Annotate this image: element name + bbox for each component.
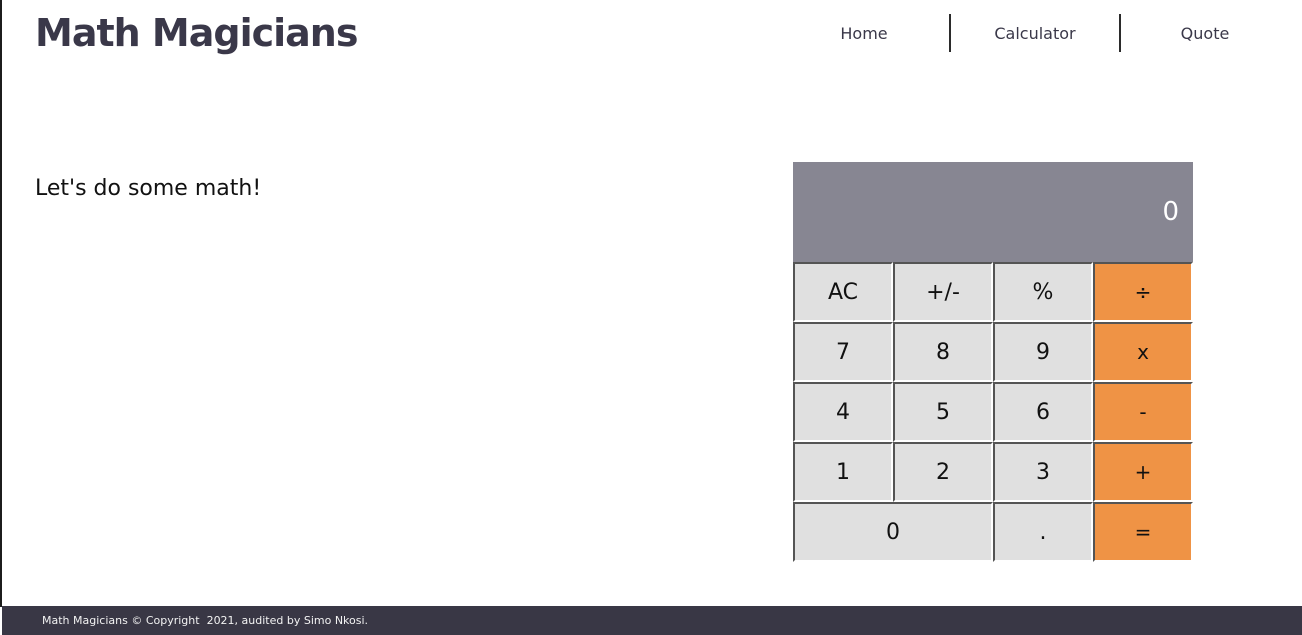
key-divide[interactable]: ÷: [1093, 262, 1193, 322]
key-8[interactable]: 8: [893, 322, 993, 382]
page-left-border: [0, 0, 2, 607]
key-6[interactable]: 6: [993, 382, 1093, 442]
key-subtract[interactable]: -: [1093, 382, 1193, 442]
copyright-text: Math Magicians © Copyright 2021, audited…: [42, 614, 369, 627]
nav-link-quote[interactable]: Quote: [1119, 14, 1289, 52]
key-7[interactable]: 7: [793, 322, 893, 382]
calculator-keypad: AC +/- % ÷ 7 8 9 x 4 5 6 - 1 2 3 + 0 . =: [793, 262, 1193, 562]
key-add[interactable]: +: [1093, 442, 1193, 502]
key-multiply[interactable]: x: [1093, 322, 1193, 382]
main-nav: Home Calculator Quote: [779, 14, 1289, 52]
key-2[interactable]: 2: [893, 442, 993, 502]
intro-text: Let's do some math!: [35, 176, 262, 201]
key-1[interactable]: 1: [793, 442, 893, 502]
key-5[interactable]: 5: [893, 382, 993, 442]
site-footer: Math Magicians © Copyright 2021, audited…: [2, 606, 1302, 635]
key-toggle-sign[interactable]: +/-: [893, 262, 993, 322]
nav-link-calculator[interactable]: Calculator: [949, 14, 1119, 52]
key-9[interactable]: 9: [993, 322, 1093, 382]
key-3[interactable]: 3: [993, 442, 1093, 502]
calculator: 0 AC +/- % ÷ 7 8 9 x 4 5 6 - 1 2 3 + 0 .…: [793, 162, 1193, 562]
calculator-display: 0: [793, 162, 1193, 262]
key-0[interactable]: 0: [793, 502, 993, 562]
key-4[interactable]: 4: [793, 382, 893, 442]
nav-link-home[interactable]: Home: [779, 14, 949, 52]
key-percent[interactable]: %: [993, 262, 1093, 322]
site-logo[interactable]: Math Magicians: [35, 7, 358, 59]
key-decimal[interactable]: .: [993, 502, 1093, 562]
key-equals[interactable]: =: [1093, 502, 1193, 562]
key-all-clear[interactable]: AC: [793, 262, 893, 322]
